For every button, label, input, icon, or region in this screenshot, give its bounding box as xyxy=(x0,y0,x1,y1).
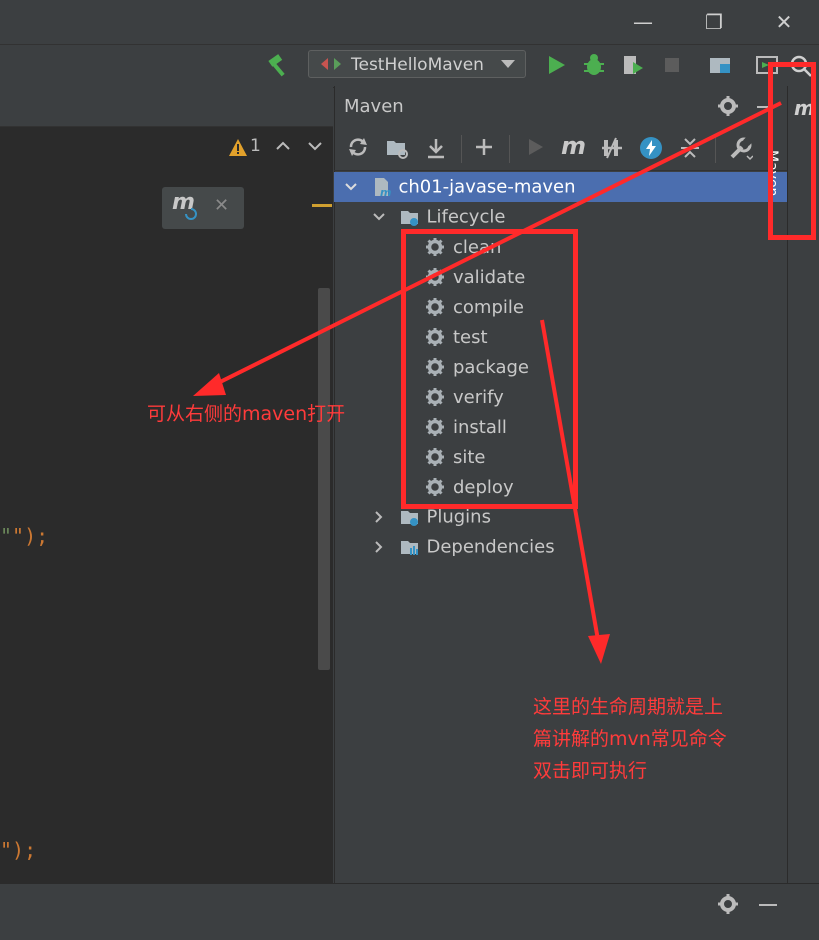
annotation-left-note: 可从右侧的maven打开 xyxy=(147,403,346,425)
annotation-arrows xyxy=(193,101,782,664)
annotation-right-note-line: 这里的生命周期就是上 xyxy=(533,696,724,718)
arrow-to-right-note xyxy=(540,319,600,641)
annotation-right-note-line: 双击即可执行 xyxy=(533,760,648,782)
annotation-right-note-line: 篇讲解的mvn常见命令 xyxy=(533,728,727,750)
arrow-to-left-note xyxy=(209,101,782,389)
arrowhead-left xyxy=(193,373,226,396)
arrowhead-down xyxy=(588,634,610,664)
